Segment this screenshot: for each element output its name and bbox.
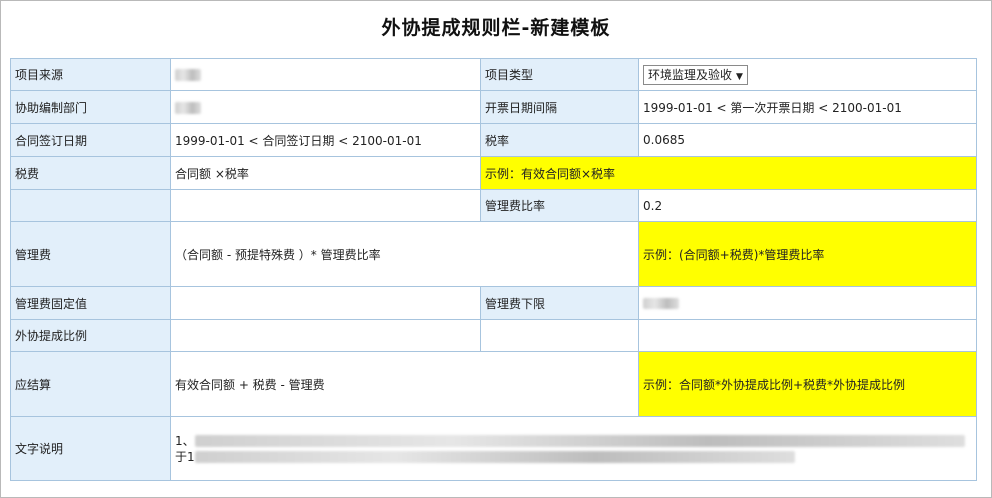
project-type-selected: 环境监理及验收: [648, 67, 733, 82]
table-row: 项目来源 项目类型 环境监理及验收 ▼: [10, 58, 977, 91]
settlement-formula: 有效合同额 + 税费 - 管理费: [170, 351, 639, 417]
project-type-cell: 环境监理及验收 ▼: [638, 58, 977, 91]
settlement-label: 应结算: [10, 351, 171, 417]
mgmt-fixed-value[interactable]: [170, 286, 481, 320]
description-prefix-2: 于1: [175, 449, 195, 464]
project-type-label: 项目类型: [480, 58, 639, 91]
invoice-interval-label: 开票日期间隔: [480, 90, 639, 124]
description-line-1: 1、: [175, 433, 972, 449]
sign-date-value[interactable]: 1999-01-01 < 合同签订日期 < 2100-01-01: [170, 123, 481, 157]
description-prefix-1: 1、: [175, 433, 195, 448]
table-row: 管理费比率 0.2: [10, 189, 977, 222]
empty-label-cell: [10, 189, 171, 222]
project-source-value[interactable]: [170, 58, 481, 91]
table-row: 税费 合同额 ×税率 示例：有效合同额×税率: [10, 156, 977, 190]
description-line-2: 于1: [175, 449, 972, 465]
mgmt-fee-example: 示例：(合同额+税费)*管理费比率: [638, 221, 977, 287]
tax-fee-example: 示例：有效合同额×税率: [480, 156, 977, 190]
table-row: 管理费 （合同额 - 预提特殊费 ）* 管理费比率 示例：(合同额+税费)*管理…: [10, 221, 977, 287]
redacted-text: [175, 69, 201, 81]
tax-fee-label: 税费: [10, 156, 171, 190]
empty-value-cell: [170, 189, 481, 222]
mgmt-fixed-label: 管理费固定值: [10, 286, 171, 320]
table-row: 外协提成比例: [10, 319, 977, 352]
table-row: 合同签订日期 1999-01-01 < 合同签订日期 < 2100-01-01 …: [10, 123, 977, 157]
rule-form-table: 项目来源 项目类型 环境监理及验收 ▼ 协助编制部门 开票日期间隔 1999-01…: [10, 58, 977, 481]
empty-cell: [638, 319, 977, 352]
mgmt-fee-formula: （合同额 - 预提特殊费 ）* 管理费比率: [170, 221, 639, 287]
description-text[interactable]: 1、 于1: [170, 416, 977, 481]
settlement-example: 示例：合同额*外协提成比例+税费*外协提成比例: [638, 351, 977, 417]
assist-dept-value[interactable]: [170, 90, 481, 124]
outsource-ratio-value[interactable]: [170, 319, 481, 352]
project-source-label: 项目来源: [10, 58, 171, 91]
sign-date-label: 合同签订日期: [10, 123, 171, 157]
table-row: 文字说明 1、 于1: [10, 416, 977, 481]
tax-rate-label: 税率: [480, 123, 639, 157]
project-type-select[interactable]: 环境监理及验收 ▼: [643, 64, 748, 85]
assist-dept-label: 协助编制部门: [10, 90, 171, 124]
empty-cell: [480, 319, 639, 352]
redacted-text: [643, 298, 679, 309]
table-row: 应结算 有效合同额 + 税费 - 管理费 示例：合同额*外协提成比例+税费*外协…: [10, 351, 977, 417]
tax-fee-formula: 合同额 ×税率: [170, 156, 481, 190]
mgmt-lower-value[interactable]: [638, 286, 977, 320]
redacted-text: [194, 435, 965, 447]
table-row: 管理费固定值 管理费下限: [10, 286, 977, 320]
mgmt-rate-label: 管理费比率: [480, 189, 639, 222]
invoice-interval-value[interactable]: 1999-01-01 < 第一次开票日期 < 2100-01-01: [638, 90, 977, 124]
redacted-text: [175, 101, 201, 114]
outsource-ratio-label: 外协提成比例: [10, 319, 171, 352]
mgmt-fee-label: 管理费: [10, 221, 171, 287]
table-row: 协助编制部门 开票日期间隔 1999-01-01 < 第一次开票日期 < 210…: [10, 90, 977, 124]
chevron-down-icon: ▼: [736, 71, 743, 82]
description-label: 文字说明: [10, 416, 171, 481]
window-frame: 外协提成规则栏-新建模板 项目来源 项目类型 环境监理及验收▼ 协助编制部门: [0, 0, 992, 498]
tax-rate-value[interactable]: 0.0685: [638, 123, 977, 157]
page-title: 外协提成规则栏-新建模板: [381, 17, 611, 39]
redacted-text: [194, 451, 795, 463]
mgmt-lower-label: 管理费下限: [480, 286, 639, 320]
mgmt-rate-value[interactable]: 0.2: [638, 189, 977, 222]
